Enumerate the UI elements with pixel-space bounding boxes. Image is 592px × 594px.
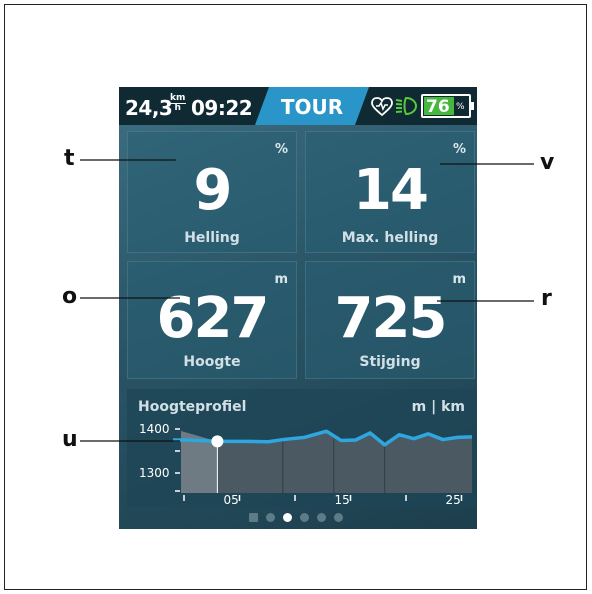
callout-lines [80,159,534,442]
callout-o: o [62,284,78,309]
callout-v: v [540,150,555,175]
callout-u: u [62,427,78,452]
callout-t: t [64,146,75,171]
callout-r: r [541,286,552,311]
